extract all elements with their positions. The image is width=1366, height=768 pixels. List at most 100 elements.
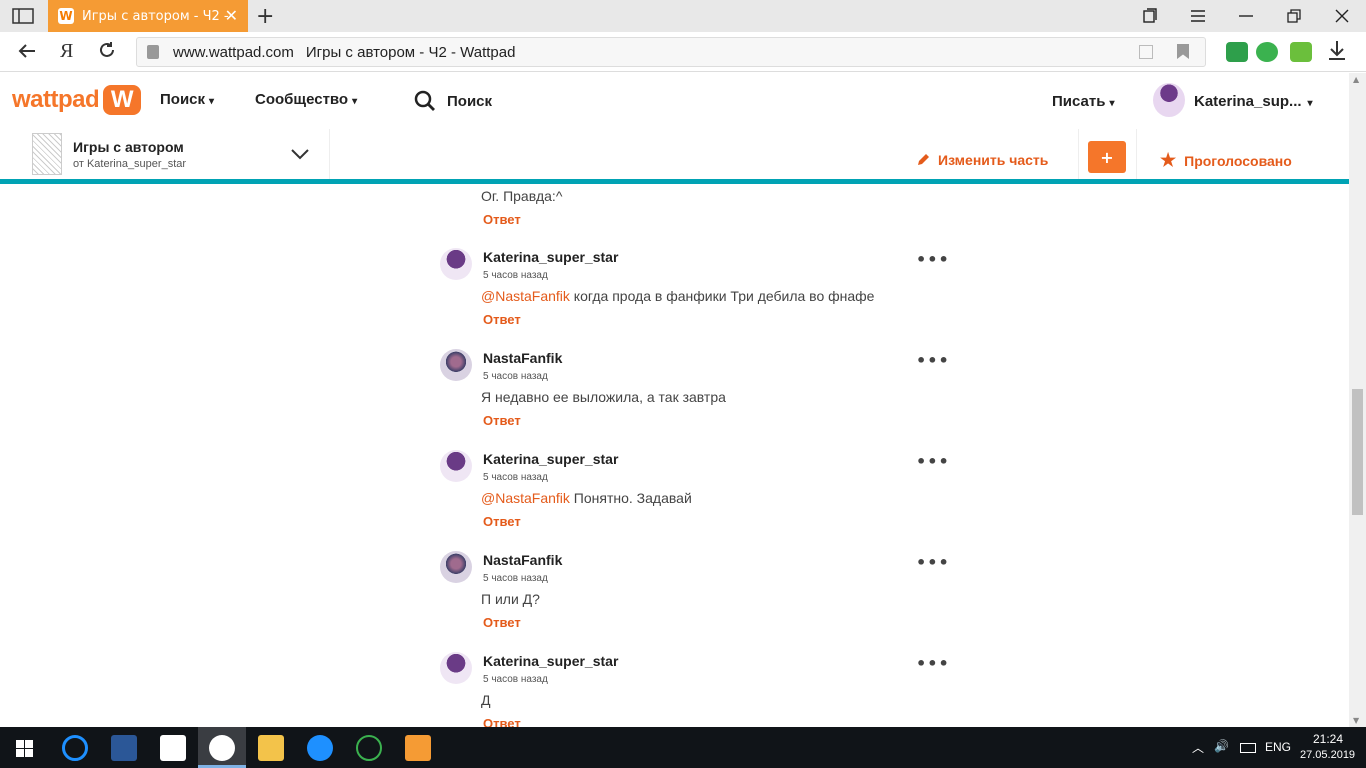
page-scrollbar[interactable]: ▲ ▼ <box>1349 73 1366 727</box>
comment-body: когда прода в фанфики Три дебила во фнаф… <box>569 288 875 304</box>
clock-date[interactable]: 27.05.2019 <box>1300 749 1355 761</box>
story-cover[interactable] <box>32 133 62 175</box>
store-icon[interactable] <box>160 735 186 761</box>
comment-item: NastaFanfik 5 часов назад Я недавно ее в… <box>440 349 949 450</box>
restore-icon[interactable] <box>1270 0 1318 32</box>
minimize-icon[interactable] <box>1222 0 1270 32</box>
nav-search-label: Поиск <box>160 91 206 108</box>
more-options-icon[interactable]: ••• <box>916 351 950 370</box>
reply-link[interactable]: Ответ <box>483 615 521 630</box>
tab-title: Игры с автором - Ч2 - <box>82 8 229 24</box>
mention-link[interactable]: @NastaFanfik <box>481 490 570 506</box>
chevron-down-icon[interactable] <box>290 147 310 161</box>
comment-body: Понятно. Задавай <box>569 490 692 506</box>
battery-icon[interactable] <box>1240 743 1256 753</box>
volume-icon[interactable]: 🔊 <box>1214 739 1229 753</box>
extension-green-icon[interactable] <box>1256 42 1278 62</box>
edit-part-button[interactable]: Изменить часть <box>916 152 1048 168</box>
url-field[interactable]: www.wattpad.com Игры с автором - Ч2 - Wa… <box>136 37 1206 67</box>
commenter-name[interactable]: Katerina_super_star <box>483 249 618 265</box>
yandex-home-button[interactable]: Я <box>60 40 73 63</box>
windows-start-icon[interactable] <box>16 740 33 757</box>
more-options-icon[interactable]: ••• <box>916 654 950 673</box>
word-icon[interactable] <box>111 735 137 761</box>
scroll-down-icon[interactable]: ▼ <box>1353 716 1359 725</box>
video-app-icon[interactable] <box>405 735 431 761</box>
commenter-avatar[interactable] <box>440 551 472 583</box>
commenter-name[interactable]: NastaFanfik <box>483 350 562 366</box>
comment-text: Д <box>481 692 490 708</box>
user-avatar[interactable] <box>1153 83 1185 117</box>
commenter-avatar[interactable] <box>440 349 472 381</box>
comment-body: Я недавно ее выложила, а так завтра <box>481 389 726 405</box>
wattpad-logo[interactable]: wattpad W <box>12 85 142 115</box>
write-dropdown[interactable]: Писать ▾ <box>1052 93 1114 110</box>
add-to-list-button[interactable]: + <box>1088 141 1126 173</box>
reply-link[interactable]: Ответ <box>483 514 521 529</box>
pencil-icon <box>918 154 929 165</box>
back-arrow-icon[interactable] <box>18 40 36 64</box>
reply-link[interactable]: Ответ <box>483 413 521 428</box>
nav-community-label: Сообщество <box>255 91 349 108</box>
nav-community-dropdown[interactable]: Сообщество ▾ <box>255 91 357 108</box>
commenter-avatar[interactable] <box>440 652 472 684</box>
reply-link[interactable]: Ответ <box>483 212 521 227</box>
sync-app-icon[interactable] <box>62 735 88 761</box>
story-author: от Katerina_super_star <box>73 158 187 170</box>
yandex-browser-icon[interactable] <box>209 735 235 761</box>
commenter-avatar[interactable] <box>440 248 472 280</box>
clock-time[interactable]: 21:24 <box>1313 732 1343 746</box>
story-title[interactable]: Игры с автором <box>73 139 184 155</box>
commenter-name[interactable]: Katerina_super_star <box>483 451 618 467</box>
bookmark-icon[interactable] <box>1177 44 1189 59</box>
reply-link[interactable]: Ответ <box>483 716 521 727</box>
reply-link[interactable]: Ответ <box>483 312 521 327</box>
comment-item: Katerina_super_star 5 часов назад @Nasta… <box>440 450 949 551</box>
caret-down-icon: ▾ <box>1307 98 1313 109</box>
language-indicator[interactable]: ENG <box>1265 740 1291 754</box>
mention-link[interactable]: @NastaFanfik <box>481 288 570 304</box>
comment-text: Я недавно ее выложила, а так завтра <box>481 389 726 405</box>
utorrent-icon[interactable] <box>356 735 382 761</box>
comment-time: 5 часов назад <box>483 573 548 584</box>
story-bar: Игры с автором от Katerina_super_star Из… <box>0 129 1349 179</box>
extension-download-icon[interactable] <box>1290 42 1312 62</box>
commenter-avatar[interactable] <box>440 450 472 482</box>
extension-shield-icon[interactable] <box>1226 42 1248 62</box>
downloads-icon[interactable] <box>1328 40 1346 65</box>
translate-icon[interactable] <box>1139 45 1153 59</box>
nav-search-dropdown[interactable]: Поиск ▾ <box>160 91 214 108</box>
comment-item: NastaFanfik 5 часов назад П или Д? Ответ… <box>440 551 949 652</box>
comments-list: Ог. Правда:^ Ответ Katerina_super_star 5… <box>0 184 1349 727</box>
close-window-icon[interactable] <box>1318 0 1366 32</box>
comment-item: Katerina_super_star 5 часов назад Д Отве… <box>440 652 949 727</box>
comment-text: @NastaFanfik когда прода в фанфики Три д… <box>481 288 874 304</box>
more-options-icon[interactable]: ••• <box>916 452 950 471</box>
sidebar-toggle-icon[interactable] <box>12 7 34 25</box>
more-options-icon[interactable]: ••• <box>916 250 950 269</box>
bookmarks-panel-icon[interactable] <box>1126 0 1174 32</box>
reload-icon[interactable] <box>98 40 116 64</box>
user-menu-dropdown[interactable]: Katerina_sup... ▾ <box>1194 93 1313 110</box>
search-icon[interactable] <box>414 90 436 112</box>
commenter-name[interactable]: NastaFanfik <box>483 552 562 568</box>
commenter-name[interactable]: Katerina_super_star <box>483 653 618 669</box>
scrollbar-thumb[interactable] <box>1352 389 1363 515</box>
file-explorer-icon[interactable] <box>258 735 284 761</box>
comment-text: @NastaFanfik Понятно. Задавай <box>481 490 692 506</box>
url-page-title: Игры с автором - Ч2 - Wattpad <box>305 43 516 61</box>
search-input[interactable]: Поиск <box>447 93 492 110</box>
more-options-icon[interactable]: ••• <box>916 553 950 572</box>
tray-chevron-up-icon[interactable]: ︿ <box>1192 739 1204 756</box>
scroll-up-icon[interactable]: ▲ <box>1353 75 1359 84</box>
new-tab-button[interactable]: + <box>256 4 274 29</box>
browser-tabbar: W Игры с автором - Ч2 - ✕ + <box>0 0 1366 32</box>
browser-tab-active[interactable]: W Игры с автором - Ч2 - ✕ <box>48 0 248 32</box>
voted-button[interactable]: ★ Проголосовано <box>1160 150 1292 171</box>
edge-icon[interactable] <box>307 735 333 761</box>
wattpad-header: wattpad W Поиск ▾ Сообщество ▾ Поиск Писат… <box>0 73 1349 129</box>
comment-text: Ог. Правда:^ <box>481 188 563 204</box>
tab-close-icon[interactable]: ✕ <box>225 6 238 25</box>
window-controls <box>1126 0 1366 32</box>
menu-icon[interactable] <box>1174 0 1222 32</box>
